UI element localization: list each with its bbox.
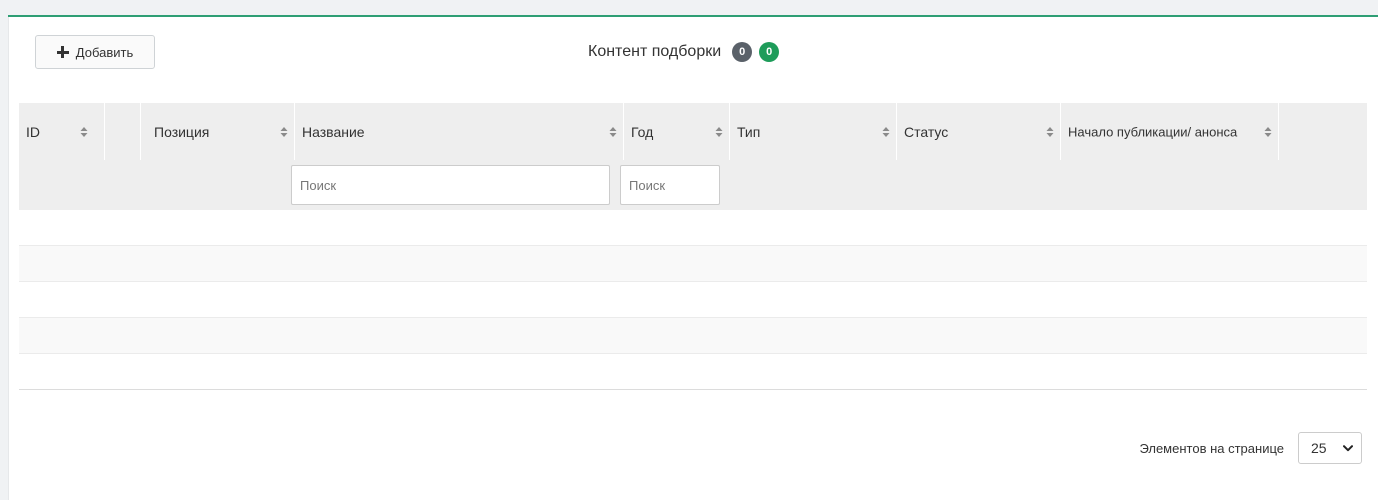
- sort-icon[interactable]: [609, 126, 617, 137]
- page-size-select[interactable]: 25: [1298, 432, 1362, 464]
- count-badge-gray: 0: [732, 42, 753, 62]
- sort-icon[interactable]: [80, 126, 88, 137]
- count-badge-green: 0: [759, 42, 780, 62]
- table-header-row: ID Позиция Название Год Тип Статус Начал…: [19, 103, 1367, 160]
- add-button-label: Добавить: [75, 44, 134, 60]
- page-size-label: Элементов на странице: [1139, 440, 1284, 456]
- page: Добавить Контент подборки 0 0 ID Позиция: [0, 0, 1378, 500]
- panel-border: [8, 17, 9, 500]
- sort-icon[interactable]: [715, 126, 723, 137]
- column-header-id[interactable]: ID: [19, 103, 105, 160]
- column-header-blank: [105, 103, 141, 160]
- panel-title-text: Контент подборки: [588, 43, 722, 60]
- table-row: [19, 318, 1367, 354]
- sort-icon[interactable]: [1046, 126, 1054, 137]
- column-header-actions: [1279, 103, 1367, 160]
- column-header-publish-start[interactable]: Начало публикации/ анонса: [1061, 103, 1279, 160]
- table-row: [19, 354, 1367, 390]
- page-size-value: 25: [1311, 440, 1327, 456]
- column-header-type[interactable]: Тип: [730, 103, 897, 160]
- name-search-input[interactable]: [291, 165, 610, 205]
- column-header-year[interactable]: Год: [624, 103, 730, 160]
- table-row: [19, 282, 1367, 318]
- column-header-label: Начало публикации/ анонса: [1068, 124, 1238, 139]
- column-header-position[interactable]: Позиция: [141, 103, 295, 160]
- year-search-input[interactable]: [620, 165, 720, 205]
- column-header-label: Тип: [737, 123, 761, 140]
- column-header-status[interactable]: Статус: [897, 103, 1061, 160]
- pagination: Элементов на странице 25: [1139, 432, 1362, 464]
- plus-icon: [56, 46, 69, 58]
- sort-icon[interactable]: [280, 126, 288, 137]
- chevron-down-icon: [1343, 444, 1353, 451]
- table-filter-row: [19, 160, 1367, 210]
- add-button[interactable]: Добавить: [35, 35, 155, 69]
- content-table: ID Позиция Название Год Тип Статус Начал…: [19, 103, 1367, 390]
- column-header-label: Статус: [904, 123, 949, 140]
- table-row: [19, 210, 1367, 246]
- sort-icon[interactable]: [882, 126, 890, 137]
- table-row: [19, 246, 1367, 282]
- collection-content-panel: Добавить Контент подборки 0 0 ID Позиция: [8, 15, 1378, 500]
- sort-icon[interactable]: [1264, 126, 1272, 137]
- column-header-label: Название: [302, 123, 365, 140]
- panel-title: Контент подборки 0 0: [588, 42, 780, 62]
- column-header-name[interactable]: Название: [295, 103, 624, 160]
